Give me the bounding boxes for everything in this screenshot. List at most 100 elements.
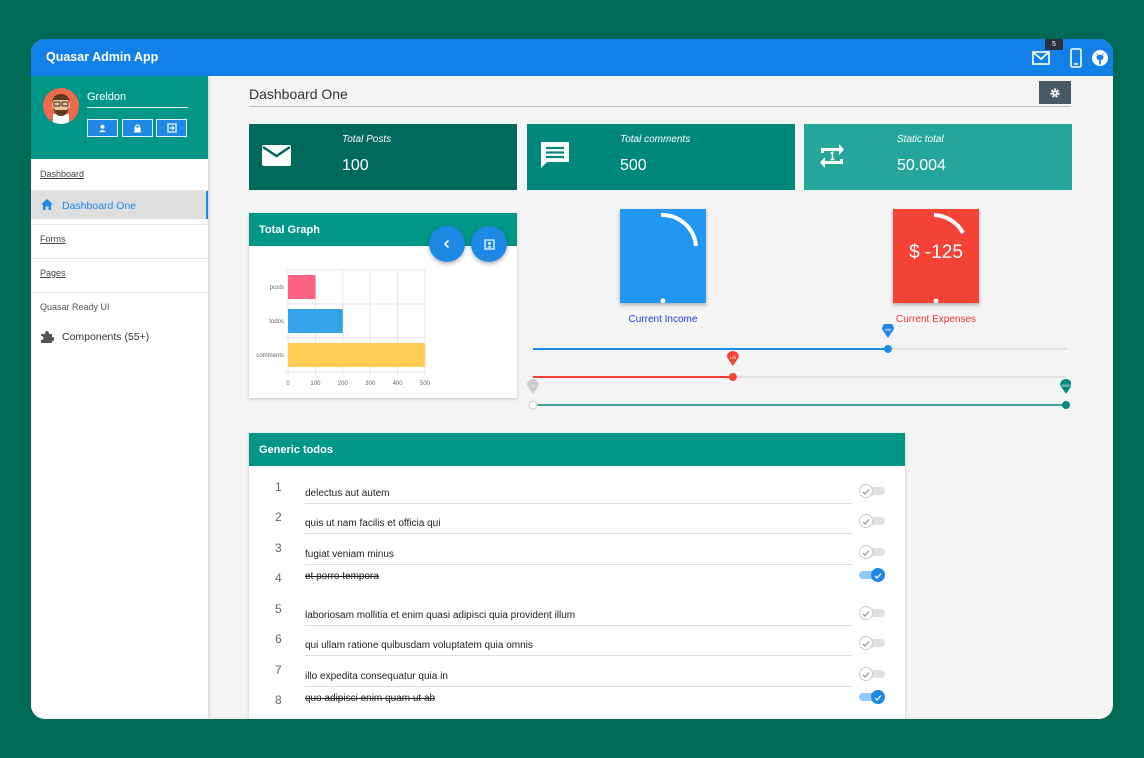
mail-button[interactable]	[1030, 47, 1052, 69]
nav-dashboard-header[interactable]: Dashboard	[40, 169, 84, 179]
todo-underline	[305, 564, 852, 565]
todo-underline	[305, 655, 852, 656]
logout-button[interactable]	[156, 119, 187, 137]
exit-icon	[166, 123, 177, 133]
todo-row[interactable]: 6 qui ullam ratione quibusdam voluptatem …	[249, 628, 905, 658]
bar-comments	[288, 343, 425, 367]
todo-row[interactable]: 3 fugiat veniam minus	[249, 537, 905, 567]
stat-card-total-comments: Total comments 500	[527, 124, 795, 190]
toggle-thumb	[859, 606, 873, 620]
todo-row[interactable]: 1 delectus aut autem	[249, 476, 905, 506]
todo-number: 4	[275, 571, 282, 585]
x-tick-label: 100	[310, 381, 321, 387]
todo-done-toggle[interactable]	[859, 636, 885, 650]
todo-row[interactable]: 8 quo adipisci enim quam ut ab	[249, 689, 905, 719]
expenses-slider-thumb[interactable]	[728, 373, 737, 381]
toggle-thumb	[871, 690, 885, 704]
stat-value: 50.004	[897, 157, 946, 174]
todo-done-toggle[interactable]	[859, 690, 885, 704]
avatar-icon	[52, 94, 70, 124]
todo-text: quis ut nam facilis et officia qui	[305, 518, 441, 529]
todo-number: 8	[275, 693, 282, 707]
todo-row[interactable]: 2 quis ut nam facilis et officia qui	[249, 506, 905, 536]
user-name: Greldon	[87, 91, 127, 103]
bar-chart: 0 100 200 300 400 500 posts todos comments	[256, 269, 431, 387]
sidebar: Greldon Dashboard Dashboard One Forms Pa…	[31, 76, 208, 719]
income-knob[interactable]: $998	[620, 209, 706, 303]
todo-row[interactable]: 5 laboriosam mollitia et enim quasi adipi…	[249, 598, 905, 628]
income-slider-thumb[interactable]	[883, 345, 892, 353]
expenses-knob[interactable]: $ -125	[893, 209, 979, 303]
todo-done-toggle[interactable]	[859, 545, 885, 559]
sidebar-item-components[interactable]: Components (55+)	[31, 323, 208, 349]
x-tick-label: 500	[420, 381, 431, 387]
nav-ready-ui-header: Quasar Ready UI	[40, 302, 110, 312]
todo-done-toggle[interactable]	[859, 606, 885, 620]
todo-underline	[305, 625, 852, 626]
expenses-value: $ -125	[909, 242, 963, 263]
person-icon	[98, 124, 107, 132]
check-icon	[862, 519, 870, 525]
back-fab-button[interactable]	[429, 226, 465, 262]
lock-button[interactable]	[122, 119, 153, 137]
todo-text: illo expedita consequatur quia in	[305, 671, 448, 682]
check-icon	[862, 550, 870, 556]
puzzle-piece-icon	[41, 331, 54, 343]
mobile-phone-icon	[1070, 48, 1082, 68]
divider	[31, 292, 208, 293]
toggle-thumb	[859, 514, 873, 528]
income-slider-pin-label: 998	[885, 327, 892, 332]
mail-icon	[262, 145, 291, 166]
page-title: Dashboard One	[249, 86, 348, 102]
toggle-thumb	[871, 568, 885, 582]
divider	[31, 258, 208, 259]
todo-number: 3	[275, 541, 282, 555]
todo-done-toggle[interactable]	[859, 484, 885, 498]
bar-todos	[288, 309, 343, 333]
lock-icon	[134, 124, 141, 133]
check-icon	[874, 695, 882, 701]
todo-row[interactable]: 4 et porro tempora	[249, 567, 905, 597]
check-icon	[862, 672, 870, 678]
stat-value: 500	[620, 157, 647, 174]
range-sliders[interactable]: 9981250 5000	[526, 324, 1071, 414]
x-tick-label: 400	[393, 381, 404, 387]
check-icon	[862, 489, 870, 495]
app-title: Quasar Admin App	[46, 50, 159, 64]
mobile-button[interactable]	[1065, 47, 1087, 69]
nav-forms-header[interactable]: Forms	[40, 234, 66, 244]
todo-number: 2	[275, 510, 282, 524]
todo-number: 6	[275, 632, 282, 646]
divider	[31, 224, 208, 225]
comment-icon	[541, 142, 569, 168]
nav-pages-header[interactable]: Pages	[40, 268, 66, 278]
mail-icon	[1032, 51, 1050, 65]
home-icon	[41, 199, 53, 210]
card-title: Generic todos	[249, 433, 905, 466]
contact-fab-button[interactable]	[471, 226, 507, 262]
avatar	[43, 88, 79, 124]
range-start-thumb[interactable]	[528, 400, 538, 410]
todo-text: qui ullam ratione quibusdam voluptatem q…	[305, 640, 533, 651]
check-icon	[862, 611, 870, 617]
todo-done-toggle[interactable]	[859, 514, 885, 528]
todo-text: laboriosam mollitia et enim quasi adipis…	[305, 610, 576, 621]
todo-row[interactable]: 7 illo expedita consequatur quia in	[249, 659, 905, 689]
stat-label: Total Posts	[342, 134, 392, 145]
todo-done-toggle[interactable]	[859, 568, 885, 582]
toggle-thumb	[859, 636, 873, 650]
profile-button[interactable]	[87, 119, 118, 137]
todo-underline	[305, 686, 852, 687]
sidebar-item-dashboard-one[interactable]: Dashboard One	[31, 191, 208, 219]
todo-text: quo adipisci enim quam ut ab	[305, 693, 436, 704]
github-icon	[1092, 50, 1108, 66]
github-button[interactable]	[1089, 47, 1111, 69]
chevron-left-icon	[443, 239, 450, 249]
sidebar-item-label: Dashboard One	[62, 200, 137, 212]
income-value: $998	[641, 242, 685, 263]
range-end-thumb[interactable]	[1062, 401, 1070, 409]
mail-count-badge: 5	[1045, 39, 1063, 50]
todo-done-toggle[interactable]	[859, 667, 885, 681]
settings-button[interactable]	[1039, 81, 1071, 104]
y-tick-label: posts	[270, 285, 284, 291]
